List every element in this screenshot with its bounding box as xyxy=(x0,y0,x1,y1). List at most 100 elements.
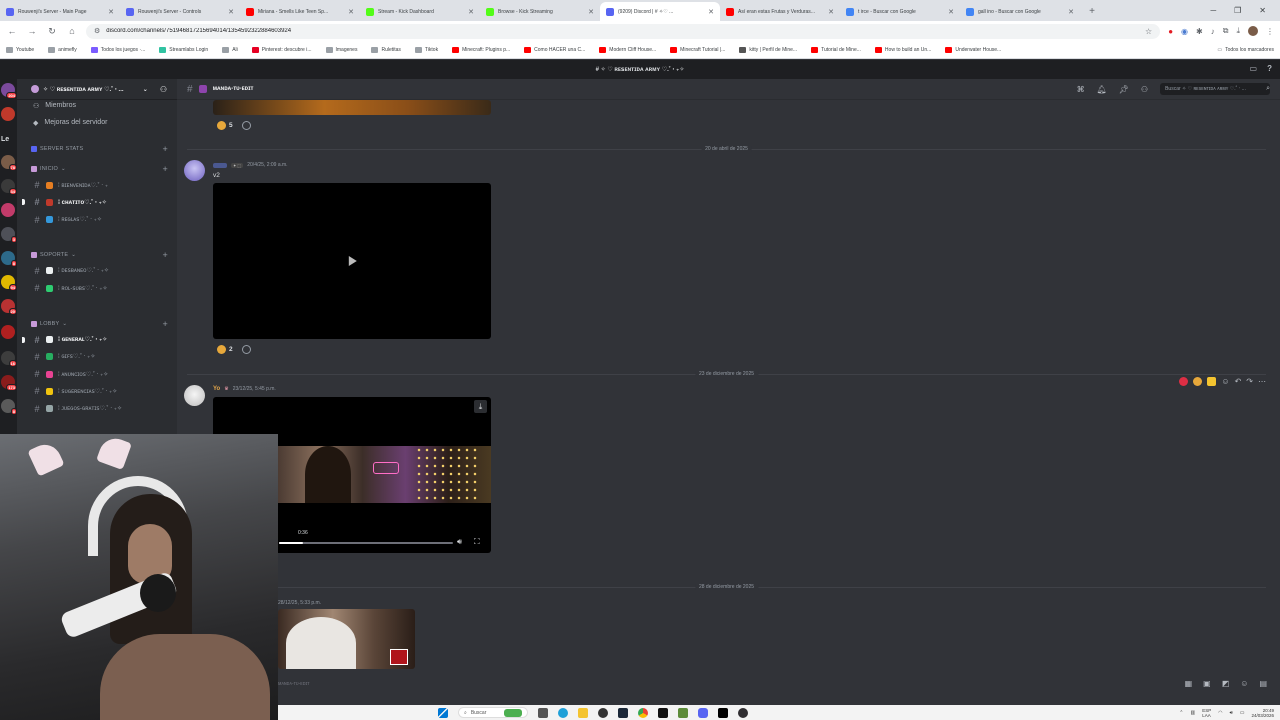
video-seek-bar[interactable] xyxy=(279,542,453,544)
server-icon[interactable] xyxy=(1,325,15,339)
close-tab-icon[interactable]: ✕ xyxy=(228,8,234,16)
bookmark-item[interactable]: Como HACER una C... xyxy=(524,46,585,53)
username[interactable] xyxy=(213,162,227,168)
close-tab-icon[interactable]: ✕ xyxy=(108,8,114,16)
task-view-icon[interactable] xyxy=(538,707,548,718)
steam-icon[interactable] xyxy=(618,707,628,718)
close-tab-icon[interactable]: ✕ xyxy=(348,8,354,16)
inbox-window-icon[interactable]: ▭ xyxy=(1250,64,1258,73)
audio-extension-icon[interactable]: ◉ xyxy=(1181,27,1188,36)
reply-icon[interactable]: ↶ xyxy=(1235,377,1242,386)
server-icon[interactable]: 204 xyxy=(1,83,17,99)
gif-icon[interactable]: ▣ xyxy=(1203,679,1211,688)
bookmark-item[interactable]: kitty | Perfil de Mine... xyxy=(739,46,797,53)
channel-item[interactable]: # ⁞ ᴀɴᴜɴᴄɪᴏꜱ♡.˚ ‧ ₊✧ xyxy=(17,367,177,381)
close-tab-icon[interactable]: ✕ xyxy=(948,8,954,16)
bookmark-item[interactable]: Underwater House... xyxy=(945,46,1001,53)
network-icon[interactable]: ▥ xyxy=(1190,710,1195,716)
volume-icon[interactable]: 🔊︎ xyxy=(457,537,462,547)
clock[interactable]: 20:49 24/03/2026 xyxy=(1251,708,1274,718)
server-icon[interactable]: 34 xyxy=(1,179,17,195)
minimize-icon[interactable]: ─ xyxy=(1210,6,1216,15)
avatar[interactable] xyxy=(184,160,205,181)
xbox-icon[interactable] xyxy=(598,707,608,718)
bookmark-item[interactable]: Pinterest: descubre i... xyxy=(251,46,312,53)
channel-item[interactable]: # ⁞ ʀᴏʟ-ꜱᴜʙꜱ♡.˚ ‧ ₊✧ xyxy=(17,281,177,295)
notification-bell-icon[interactable]: 🔔︎ xyxy=(1097,85,1107,94)
browser-tab[interactable]: Así eran estas Frutas y Verduras... ✕ xyxy=(720,2,840,21)
search-icon[interactable]: ⌕ xyxy=(1266,85,1270,93)
all-bookmarks[interactable]: ▭ Todos los marcadores xyxy=(1217,47,1274,53)
bookmark-item[interactable]: Youtube xyxy=(6,46,34,53)
bookmark-item[interactable]: Todos los juegos ·... xyxy=(90,46,145,53)
bookmark-item[interactable]: Ali xyxy=(222,46,238,53)
capcut-icon[interactable] xyxy=(658,707,668,718)
avatar[interactable] xyxy=(184,385,205,406)
new-tab-icon[interactable]: + xyxy=(1084,3,1100,19)
browser-tab[interactable]: gall ino - Buscar con Google ✕ xyxy=(960,2,1080,21)
add-reaction-icon[interactable] xyxy=(241,345,251,354)
channel-item[interactable]: # ⁞ ᴊᴜᴇɢᴏꜱ-ɢʀᴀᴛɪꜱ♡.˚ ‧ ₊✧ xyxy=(17,402,177,416)
tray-chevron-icon[interactable]: ⌃ xyxy=(1179,710,1183,716)
chevron-down-icon[interactable]: ⌄ xyxy=(143,86,148,93)
laugh-reaction-icon[interactable] xyxy=(1193,377,1203,386)
close-tab-icon[interactable]: ✕ xyxy=(1068,8,1074,16)
taskbar-search[interactable]: ⌕ Buscar xyxy=(458,707,528,718)
profile-avatar[interactable] xyxy=(1248,26,1258,36)
discord-icon[interactable] xyxy=(698,707,708,718)
server-icon[interactable]: 173 xyxy=(1,375,17,391)
bookmark-item[interactable]: Ruletitas xyxy=(371,46,401,53)
opera-extension-icon[interactable]: ● xyxy=(1168,27,1173,36)
download-icon[interactable]: ⤓ xyxy=(1236,26,1240,36)
server-icon[interactable]: 94 xyxy=(1,275,17,291)
add-reaction-icon[interactable] xyxy=(241,121,251,130)
search-input[interactable]: Buscar ✧ ♡ ʀᴇꜱᴇɴᴛɪᴅᴀ ᴀʀᴍʏ ♡.˚ ‧ ... xyxy=(1160,83,1271,95)
bookmark-item[interactable]: Tutorial de Mine... xyxy=(811,46,861,53)
server-icon[interactable]: 78 xyxy=(1,155,17,171)
close-tab-icon[interactable]: ✕ xyxy=(828,8,834,16)
browser-tab[interactable]: Stream - Kick Dashboard ✕ xyxy=(360,2,480,21)
member-list-icon[interactable]: ⚇ xyxy=(1141,85,1148,94)
menu-item-members[interactable]: ⚇ Miembros xyxy=(17,98,177,113)
threads-icon[interactable]: ⌘ xyxy=(1077,85,1085,94)
server-icon[interactable]: 3 xyxy=(1,227,17,243)
video-attachment[interactable] xyxy=(213,183,491,339)
server-icon[interactable]: 8 xyxy=(1,399,17,415)
close-tab-icon[interactable]: ✕ xyxy=(588,8,594,16)
pin-icon[interactable]: 📌︎ xyxy=(1119,85,1129,94)
help-icon[interactable]: ? xyxy=(1267,64,1272,73)
home-icon[interactable]: ⌂ xyxy=(66,26,78,36)
server-icon[interactable]: 20 xyxy=(1,299,17,315)
close-window-icon[interactable]: ✕ xyxy=(1259,6,1266,15)
menu-item-server-boost[interactable]: ◆ Mejoras del servidor xyxy=(17,115,177,130)
category-header[interactable]: LOBBY ⌄ + xyxy=(17,318,177,330)
apps-icon[interactable]: ▤ xyxy=(1259,679,1267,688)
file-explorer-icon[interactable] xyxy=(578,707,588,718)
browser-tab[interactable]: Browse - Kick Streaming ✕ xyxy=(480,2,600,21)
bookmark-item[interactable]: Tiktok xyxy=(414,46,438,53)
reaction-laugh[interactable]: 2 xyxy=(217,345,251,354)
windows-start-icon[interactable] xyxy=(438,707,448,718)
wifi-icon[interactable]: ◠ xyxy=(1218,710,1222,716)
browser-tab[interactable]: t irce - Buscar con Google ✕ xyxy=(840,2,960,21)
channel-item[interactable]: # ⁞ ɢᴇɴᴇʀᴀʟ♡.˚ ‧ ₊✧ xyxy=(17,333,177,347)
battery-icon[interactable]: ▭ xyxy=(1240,710,1245,716)
category-header[interactable]: INICIO ⌄ + xyxy=(17,163,177,175)
sticker-icon[interactable]: ◩ xyxy=(1222,679,1230,688)
maximize-icon[interactable]: ❐ xyxy=(1234,6,1241,15)
add-channel-icon[interactable]: + xyxy=(163,144,168,154)
capcut-alt-icon[interactable] xyxy=(718,707,728,718)
language-indicator[interactable]: ESP LAA xyxy=(1202,708,1211,718)
bookmark-item[interactable]: Minecraft Tutorial |... xyxy=(670,46,725,53)
bookmark-item[interactable]: Streamlabs Login xyxy=(159,46,208,53)
address-bar[interactable]: ⚙ discord.com/channels/75194681721569401… xyxy=(86,23,1161,39)
server-header[interactable]: ✧ ♡ ʀᴇꜱᴇɴᴛɪᴅᴀ ᴀʀᴍʏ ♡.˚ ‧ ... ⌄ ⚇ xyxy=(17,79,177,100)
server-icon[interactable]: 16 xyxy=(1,351,17,367)
extensions-icon[interactable]: ⧉ xyxy=(1223,26,1229,36)
server-icon[interactable]: 8 xyxy=(1,251,17,267)
puzzle-extension-icon[interactable]: ✱ xyxy=(1196,27,1203,36)
bookmark-item[interactable]: animefly xyxy=(48,46,77,53)
minecraft-icon[interactable] xyxy=(678,707,688,718)
edge-icon[interactable] xyxy=(558,707,568,718)
fullscreen-icon[interactable]: ⛶ xyxy=(474,537,480,547)
